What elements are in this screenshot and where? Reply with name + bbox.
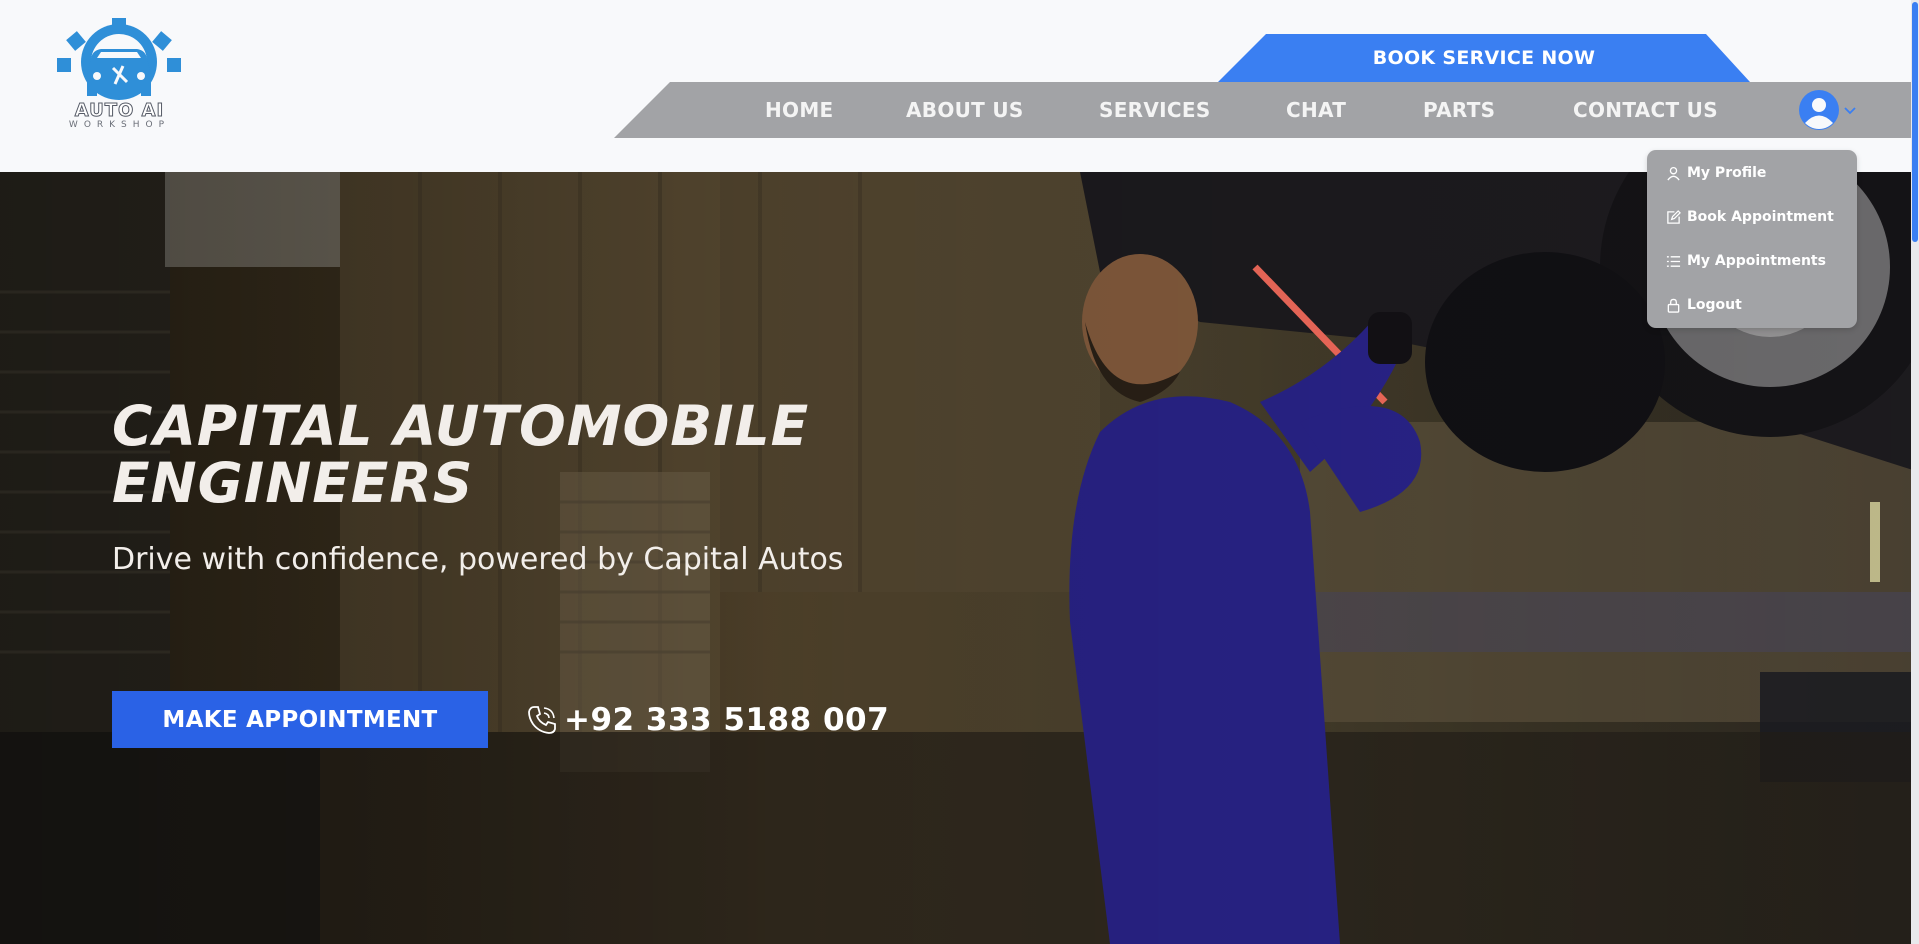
hero-title-line1: CAPITAL AUTOMOBILE [112,394,810,458]
scrollbar-thumb[interactable] [1912,2,1918,242]
lock-icon [1667,298,1680,313]
logo[interactable]: AUTO AI WORKSHOP [52,18,187,133]
make-appointment-button[interactable]: MAKE APPOINTMENT [112,691,488,748]
menu-label: My Appointments [1687,253,1826,269]
menu-label: Book Appointment [1687,209,1834,225]
nav-contact-us[interactable]: CONTACT US [1573,82,1718,138]
hero-subtitle: Drive with confidence, powered by Capita… [112,542,844,577]
hero-title: CAPITAL AUTOMOBILE ENGINEERS [112,398,1012,512]
menu-my-appointments[interactable]: My Appointments [1666,250,1826,272]
book-service-button[interactable]: BOOK SERVICE NOW [1218,34,1750,82]
menu-book-appointment[interactable]: Book Appointment [1666,206,1834,228]
logo-subtitle: WORKSHOP [68,120,171,130]
hero-title-line2: ENGINEERS [112,451,474,515]
menu-my-profile[interactable]: My Profile [1666,162,1766,184]
menu-label: My Profile [1687,165,1767,181]
phone-contact[interactable]: +92 333 5188 007 [526,700,889,740]
edit-icon [1667,209,1681,224]
logo-name: AUTO AI [74,100,165,122]
menu-logout[interactable]: Logout [1666,294,1742,316]
nav-about-us[interactable]: ABOUT US [906,82,1024,138]
user-icon [1667,166,1680,180]
site-header: AUTO AI WORKSHOP BOOK SERVICE NOW HOME A… [0,0,1919,172]
hero-section: CAPITAL AUTOMOBILE ENGINEERS Drive with … [0,172,1919,944]
menu-label: Logout [1687,297,1742,313]
nav-services[interactable]: SERVICES [1099,82,1211,138]
nav-home[interactable]: HOME [765,82,834,138]
list-icon [1666,255,1681,267]
gear-car-logo-icon [57,18,181,100]
chevron-down-icon [1844,107,1856,115]
user-circle-icon [1799,90,1839,130]
phone-icon [528,706,556,734]
user-menu-toggle[interactable] [1797,88,1861,132]
main-nav: HOME ABOUT US SERVICES CHAT PARTS CONTAC… [614,82,1919,138]
nav-parts[interactable]: PARTS [1423,82,1495,138]
page-scrollbar[interactable] [1911,0,1919,944]
user-dropdown-menu: My Profile Book Appointment My Appointme… [1647,150,1857,328]
phone-number: +92 333 5188 007 [564,702,890,738]
nav-chat[interactable]: CHAT [1286,82,1346,138]
